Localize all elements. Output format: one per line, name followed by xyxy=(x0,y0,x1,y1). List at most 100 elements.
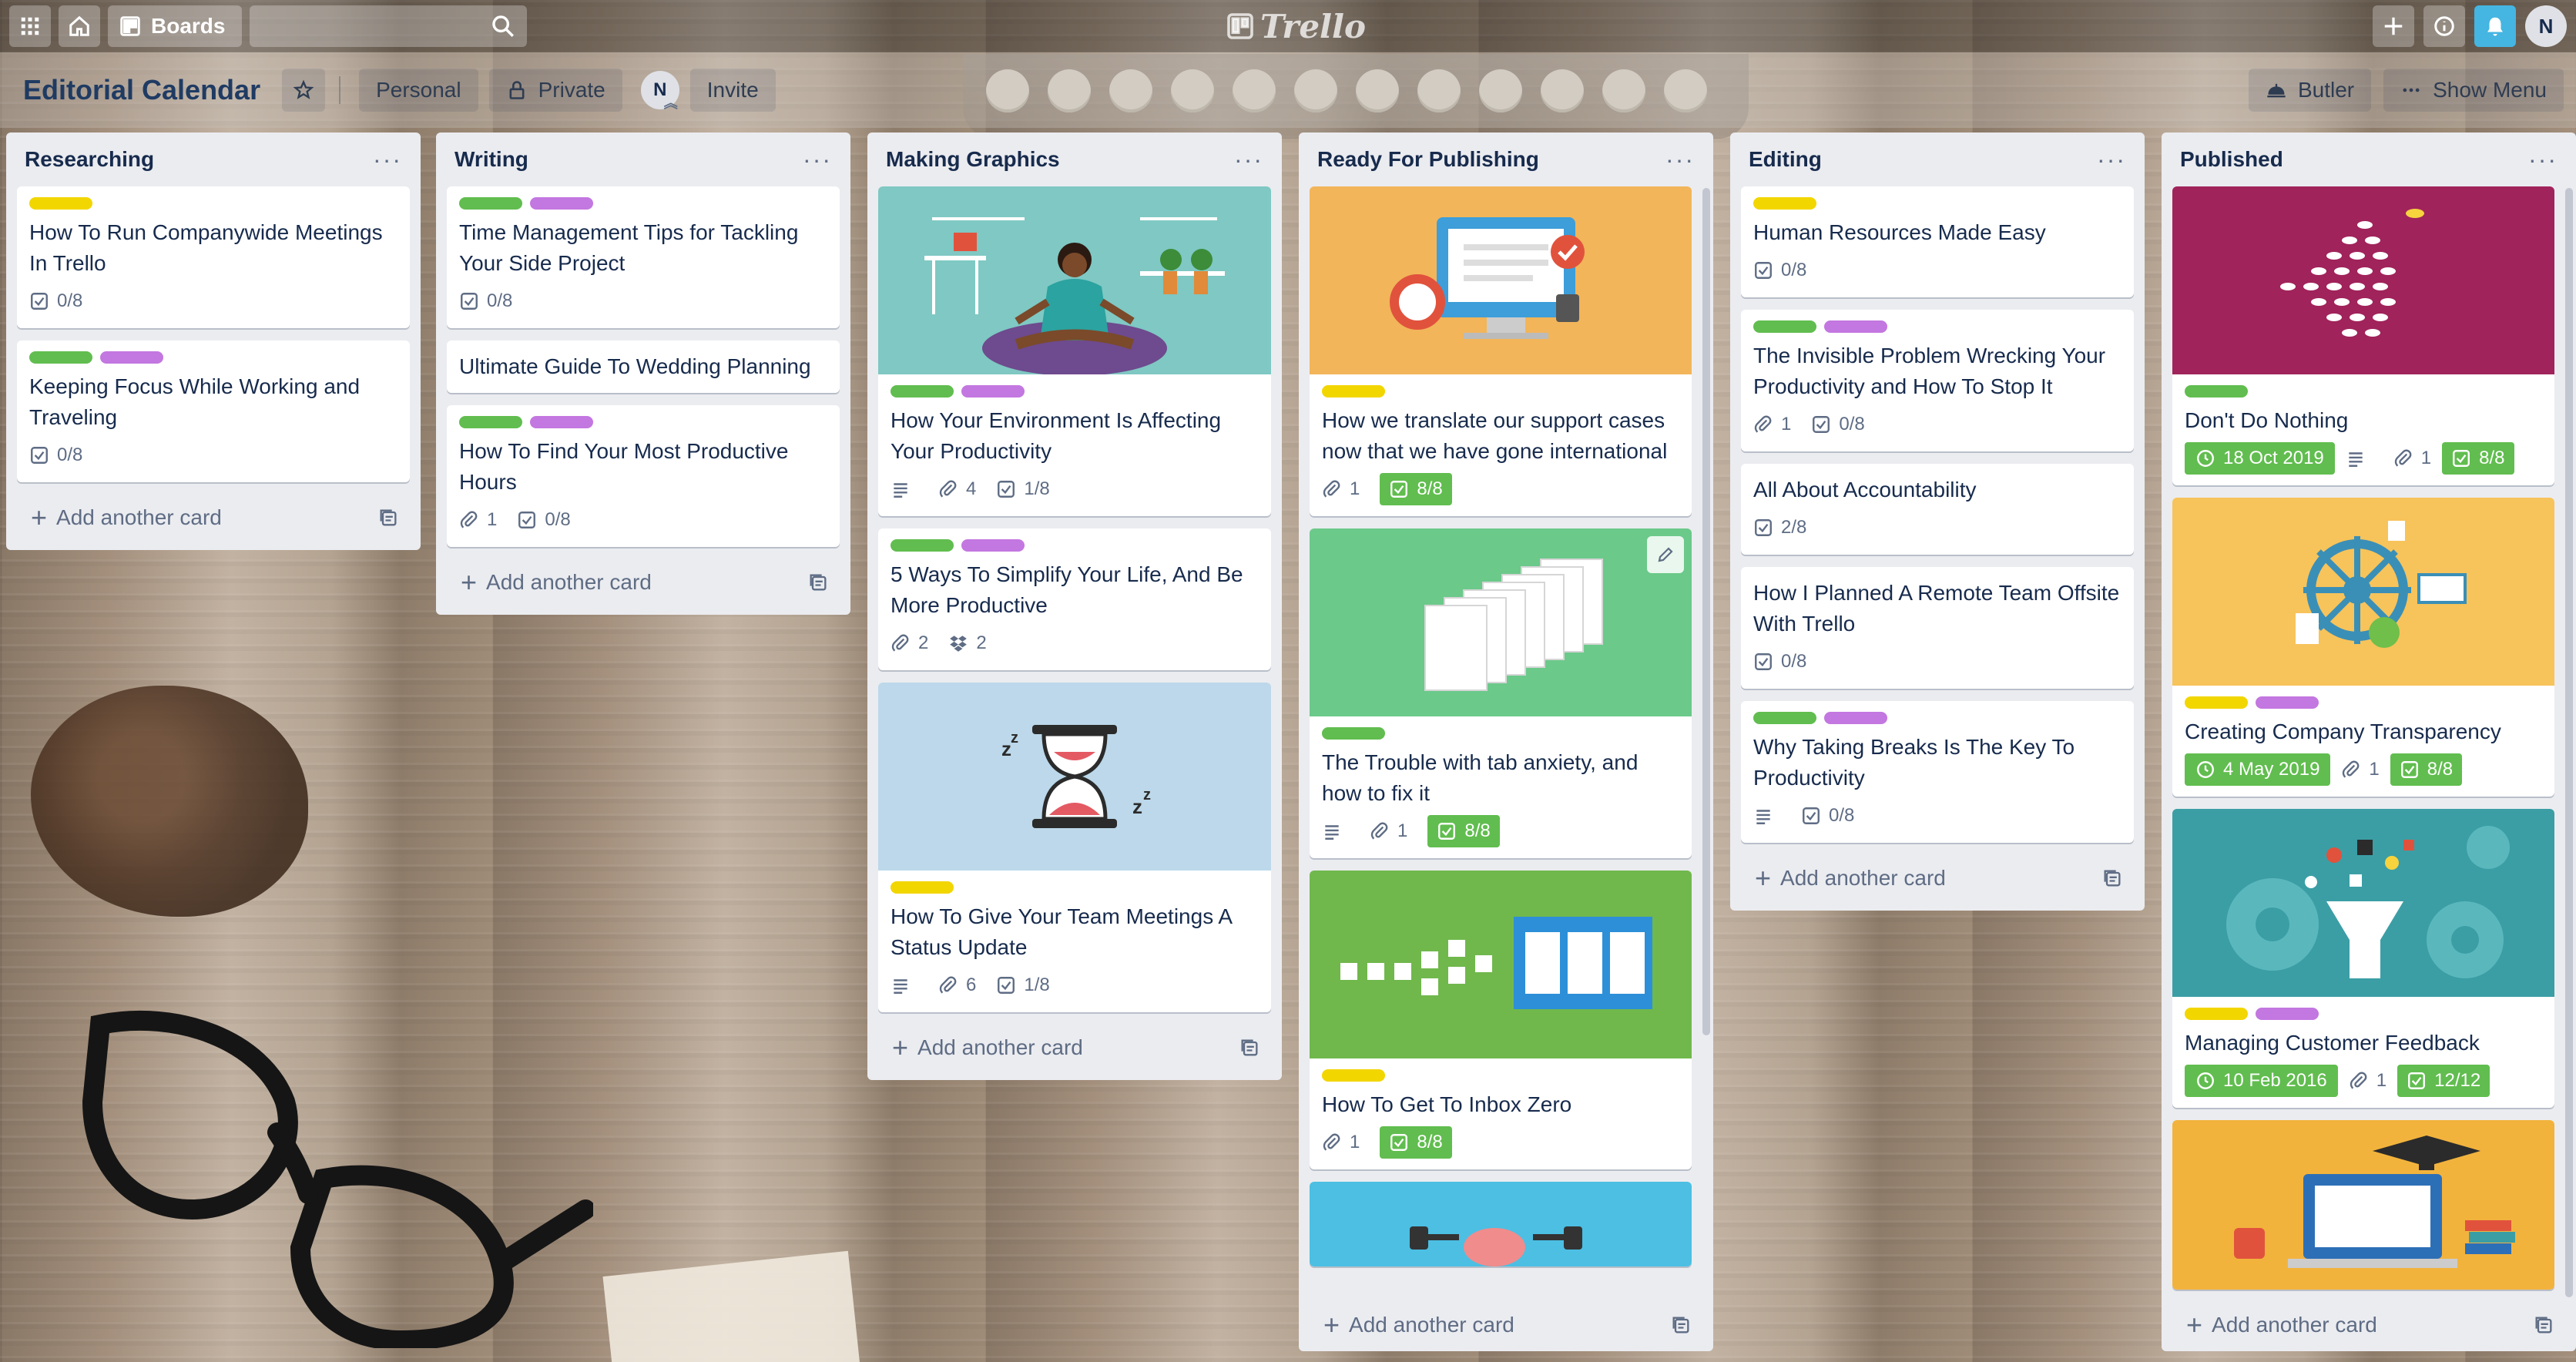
list-title[interactable]: Editing xyxy=(1749,147,1822,172)
label-green[interactable] xyxy=(459,197,522,210)
label-yellow[interactable] xyxy=(1322,1069,1385,1082)
visibility-button[interactable]: Private xyxy=(488,69,622,112)
template-icon[interactable] xyxy=(2533,1314,2554,1336)
label-purple[interactable] xyxy=(1824,320,1887,333)
card-title: Ultimate Guide To Wedding Planning xyxy=(459,354,811,378)
checklist-icon xyxy=(2453,450,2470,467)
label-purple[interactable] xyxy=(961,539,1025,552)
card[interactable]: Why Taking Breaks Is The Key To Producti… xyxy=(1741,701,2134,843)
create-button[interactable] xyxy=(2373,5,2414,47)
card[interactable]: Creating Company Transparency 4 May 2019… xyxy=(2172,498,2554,797)
template-icon[interactable] xyxy=(1239,1037,1260,1058)
boards-button[interactable]: Boards xyxy=(108,5,243,47)
card[interactable]: How Your Environment Is Affecting Your P… xyxy=(878,186,1271,516)
list-menu-button[interactable]: ··· xyxy=(1234,146,1263,174)
invite-button[interactable]: Invite xyxy=(689,69,776,112)
add-card-button[interactable]: + Add another card xyxy=(2172,1302,2565,1348)
list-menu-button[interactable]: ··· xyxy=(373,146,402,174)
label-green[interactable] xyxy=(891,539,954,552)
list-scrollbar[interactable] xyxy=(1702,188,1710,1035)
card[interactable]: Don't Do Nothing 18 Oct 2019 1 8/8 xyxy=(2172,186,2554,485)
label-purple[interactable] xyxy=(2256,696,2319,709)
card[interactable]: How To Get To Inbox Zero 1 8/8 xyxy=(1310,871,1692,1169)
list-title[interactable]: Making Graphics xyxy=(886,147,1060,172)
add-card-button[interactable]: + Add another card xyxy=(17,495,410,541)
info-button[interactable] xyxy=(2423,5,2465,47)
search-input[interactable] xyxy=(250,5,528,47)
label-purple[interactable] xyxy=(100,351,163,364)
list-menu-button[interactable]: ··· xyxy=(2097,146,2126,174)
template-icon[interactable] xyxy=(1670,1314,1692,1336)
card[interactable]: How To Run Companywide Meetings In Trell… xyxy=(17,186,410,328)
label-green[interactable] xyxy=(2185,385,2248,398)
show-menu-button[interactable]: Show Menu xyxy=(2383,69,2564,112)
card[interactable]: All About Accountability 2/8 xyxy=(1741,464,2134,555)
label-green[interactable] xyxy=(29,351,92,364)
label-yellow[interactable] xyxy=(1322,385,1385,398)
label-purple[interactable] xyxy=(2256,1008,2319,1020)
edit-card-button[interactable] xyxy=(1647,536,1684,573)
label-yellow[interactable] xyxy=(2185,696,2248,709)
label-green[interactable] xyxy=(1753,320,1816,333)
label-green[interactable] xyxy=(1322,727,1385,740)
list-menu-button[interactable]: ··· xyxy=(803,146,832,174)
list-title[interactable]: Published xyxy=(2180,147,2283,172)
add-card-button[interactable]: + Add another card xyxy=(1741,855,2134,901)
card[interactable]: z z z z How To Give Your Team Meetings A… xyxy=(878,683,1271,1012)
add-card-button[interactable]: + Add another card xyxy=(447,559,840,606)
card[interactable]: The Invisible Problem Wrecking Your Prod… xyxy=(1741,310,2134,451)
board-title[interactable]: Editorial Calendar xyxy=(12,69,271,112)
card[interactable]: Keeping Focus While Working and Travelin… xyxy=(17,340,410,482)
card-partial[interactable] xyxy=(1310,1182,1692,1266)
trello-logo[interactable]: Trello xyxy=(1226,6,1366,46)
checklist-count: 1/8 xyxy=(1024,975,1050,995)
checklist-badge: 0/8 xyxy=(29,285,82,317)
add-card-button[interactable]: + Add another card xyxy=(1310,1302,1702,1348)
label-purple[interactable] xyxy=(530,197,593,210)
card[interactable]: How we translate our support cases now t… xyxy=(1310,186,1692,516)
list-title[interactable]: Researching xyxy=(25,147,154,172)
card-partial[interactable] xyxy=(2172,1120,2554,1290)
due-date-badge[interactable]: 4 May 2019 xyxy=(2185,753,2331,786)
label-green[interactable] xyxy=(459,416,522,428)
butler-button[interactable]: Butler xyxy=(2248,69,2372,112)
template-icon[interactable] xyxy=(2101,867,2123,889)
add-card-button[interactable]: + Add another card xyxy=(878,1025,1271,1071)
app-switcher-button[interactable] xyxy=(9,5,51,47)
card[interactable]: The Trouble with tab anxiety, and how to… xyxy=(1310,528,1692,858)
list-scrollbar[interactable] xyxy=(2565,188,2573,1297)
star-board-button[interactable] xyxy=(282,69,326,112)
template-icon[interactable] xyxy=(807,572,829,593)
card[interactable]: Ultimate Guide To Wedding Planning xyxy=(447,340,840,393)
card[interactable]: How I Planned A Remote Team Offsite With… xyxy=(1741,567,2134,689)
card[interactable]: Human Resources Made Easy 0/8 xyxy=(1741,186,2134,297)
notifications-button[interactable] xyxy=(2474,5,2516,47)
due-date-badge[interactable]: 10 Feb 2016 xyxy=(2185,1065,2338,1097)
card[interactable]: How To Find Your Most Productive Hours 1… xyxy=(447,405,840,547)
team-button[interactable]: Personal xyxy=(359,69,478,112)
list-menu-button[interactable]: ··· xyxy=(2528,146,2558,174)
label-yellow[interactable] xyxy=(2185,1008,2248,1020)
card[interactable]: Managing Customer Feedback 10 Feb 2016 1… xyxy=(2172,809,2554,1108)
label-purple[interactable] xyxy=(1824,712,1887,724)
home-button[interactable] xyxy=(59,5,100,47)
list-title[interactable]: Ready For Publishing xyxy=(1317,147,1539,172)
label-yellow[interactable] xyxy=(29,197,92,210)
due-date: 4 May 2019 xyxy=(2223,759,2320,780)
label-yellow[interactable] xyxy=(891,881,954,894)
checklist-icon xyxy=(1755,653,1772,670)
label-green[interactable] xyxy=(891,385,954,398)
label-purple[interactable] xyxy=(961,385,1025,398)
label-purple[interactable] xyxy=(530,416,593,428)
board-member-avatar[interactable]: N ︽ xyxy=(640,71,679,111)
card[interactable]: Time Management Tips for Tackling Your S… xyxy=(447,186,840,328)
visibility-label: Private xyxy=(538,78,605,102)
list-menu-button[interactable]: ··· xyxy=(1665,146,1695,174)
due-date-badge[interactable]: 18 Oct 2019 xyxy=(2185,442,2335,475)
template-icon[interactable] xyxy=(377,507,399,528)
label-yellow[interactable] xyxy=(1753,197,1816,210)
list-title[interactable]: Writing xyxy=(454,147,528,172)
card[interactable]: 5 Ways To Simplify Your Life, And Be Mor… xyxy=(878,528,1271,670)
label-green[interactable] xyxy=(1753,712,1816,724)
user-avatar[interactable]: N xyxy=(2525,5,2567,47)
